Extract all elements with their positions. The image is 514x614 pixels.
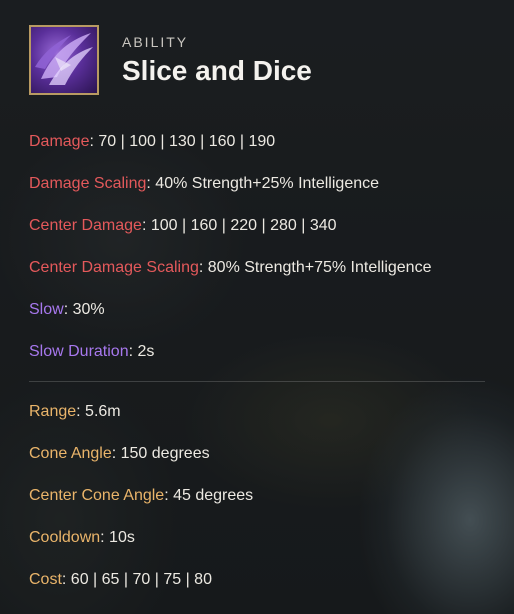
stat-label: Damage bbox=[29, 133, 90, 150]
stat-center-cone-angle: Center Cone Angle: 45 degrees bbox=[29, 487, 254, 504]
stat-label: Slow bbox=[29, 301, 64, 318]
stat-label: Cost bbox=[29, 571, 62, 588]
stat-value: 80% Strength+75% Intelligence bbox=[207, 259, 432, 276]
stat-label: Center Damage Scaling bbox=[29, 259, 199, 276]
stat-value: 30% bbox=[72, 301, 105, 318]
stat-value: 2s bbox=[137, 343, 155, 360]
stat-value: 60 | 65 | 70 | 75 | 80 bbox=[70, 571, 212, 588]
stat-value: 70 | 100 | 130 | 160 | 190 bbox=[98, 133, 276, 150]
stat-value: 45 degrees bbox=[173, 487, 254, 504]
ability-tooltip: ABILITY Slice and Dice Damage: 70 | 100 … bbox=[0, 0, 514, 614]
stat-cost: Cost: 60 | 65 | 70 | 75 | 80 bbox=[29, 571, 212, 588]
stat-value: 40% Strength+25% Intelligence bbox=[155, 175, 380, 192]
stat-label: Cone Angle bbox=[29, 445, 112, 462]
stat-range: Range: 5.6m bbox=[29, 403, 121, 420]
stat-value: 10s bbox=[109, 529, 135, 546]
stat-damage: Damage: 70 | 100 | 130 | 160 | 190 bbox=[29, 133, 276, 150]
stat-value: 5.6m bbox=[85, 403, 121, 420]
slashing-claw-icon bbox=[29, 25, 99, 95]
stat-label: Damage Scaling bbox=[29, 175, 147, 192]
stat-label: Center Damage bbox=[29, 217, 142, 234]
section-divider bbox=[29, 381, 485, 382]
stat-slow-duration: Slow Duration: 2s bbox=[29, 343, 155, 360]
stat-label: Range bbox=[29, 403, 77, 420]
stat-label: Center Cone Angle bbox=[29, 487, 165, 504]
stat-damage-scaling: Damage Scaling: 40% Strength+25% Intelli… bbox=[29, 175, 380, 192]
ability-header: ABILITY Slice and Dice bbox=[29, 25, 489, 97]
stat-cooldown: Cooldown: 10s bbox=[29, 529, 135, 546]
stat-cone-angle: Cone Angle: 150 degrees bbox=[29, 445, 210, 462]
ability-kicker: ABILITY bbox=[122, 34, 189, 50]
stat-slow: Slow: 30% bbox=[29, 301, 105, 318]
ability-name: Slice and Dice bbox=[122, 55, 312, 86]
stat-center-damage: Center Damage: 100 | 160 | 220 | 280 | 3… bbox=[29, 217, 337, 234]
stat-label: Slow Duration bbox=[29, 343, 129, 360]
stat-label: Cooldown bbox=[29, 529, 101, 546]
stat-value: 100 | 160 | 220 | 280 | 340 bbox=[150, 217, 337, 234]
stat-value: 150 degrees bbox=[120, 445, 210, 462]
stat-center-damage-scaling: Center Damage Scaling: 80% Strength+75% … bbox=[29, 259, 432, 276]
